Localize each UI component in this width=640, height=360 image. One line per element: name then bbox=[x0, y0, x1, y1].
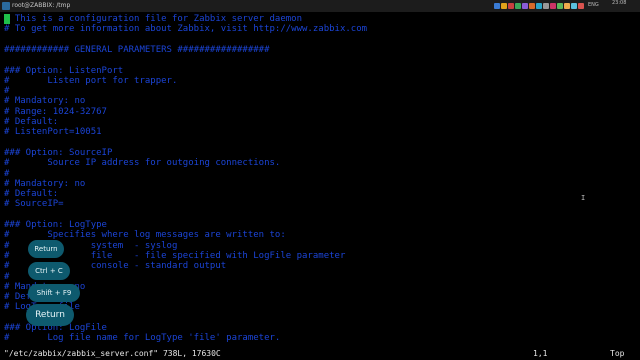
terminal-line: ### Option: LogType bbox=[4, 220, 107, 230]
clock[interactable]: 23:08 bbox=[612, 1, 626, 6]
key-overlay-return: Return bbox=[28, 240, 64, 258]
language-indicator[interactable]: ENG bbox=[588, 2, 599, 8]
terminal-line: # ListenPort=10051 bbox=[4, 127, 102, 138]
taskbar-app-icon[interactable] bbox=[494, 3, 500, 9]
vim-status-line: "/etc/zabbix/zabbix_server.conf" 738L, 1… bbox=[0, 348, 640, 360]
taskbar-app-icon[interactable] bbox=[536, 3, 542, 9]
taskbar-app-icon[interactable] bbox=[515, 3, 521, 9]
window-title: root@ZABBIX: /tmp bbox=[12, 2, 71, 9]
key-overlay-shift-f9: Shift + F9 bbox=[28, 284, 80, 302]
terminal-line: # Mandatory: no bbox=[4, 178, 86, 189]
key-overlay-return-active: Return bbox=[26, 304, 74, 326]
terminal-line: ### Option: SourceIP bbox=[4, 147, 113, 158]
terminal-line: This is a configuration file for Zabbix … bbox=[4, 14, 303, 24]
terminal-line: # Default: bbox=[4, 117, 59, 127]
taskbar-app-icon[interactable] bbox=[501, 3, 507, 9]
cursor-position: 1,1 bbox=[533, 349, 548, 358]
taskbar-app-icon[interactable] bbox=[557, 3, 563, 9]
scroll-position: Top bbox=[610, 349, 625, 358]
taskbar-app-icon[interactable] bbox=[571, 3, 577, 9]
terminal-line: # Mandatory: no bbox=[4, 96, 86, 107]
terminal-line: # bbox=[4, 271, 10, 282]
taskbar-app-icon[interactable] bbox=[529, 3, 535, 9]
terminal-area[interactable]: This is a configuration file for Zabbix … bbox=[0, 12, 640, 348]
taskbar-app-icon[interactable] bbox=[522, 3, 528, 9]
taskbar-app-icon[interactable] bbox=[578, 3, 584, 9]
terminal-line: # To get more information about Zabbix, … bbox=[4, 24, 368, 35]
terminal-line: ### Option: ListenPort bbox=[4, 65, 124, 76]
text-cursor bbox=[4, 14, 10, 24]
mouse-ibeam-icon: I bbox=[581, 194, 586, 202]
terminal-line: # Range: 1024-32767 bbox=[4, 106, 107, 117]
terminal-line: ############ GENERAL PARAMETERS ########… bbox=[4, 44, 270, 55]
terminal-line: # Listen port for trapper. bbox=[4, 75, 178, 86]
terminal-icon bbox=[2, 2, 10, 10]
taskbar-app-icon[interactable] bbox=[543, 3, 549, 9]
file-info: "/etc/zabbix/zabbix_server.conf" 738L, 1… bbox=[4, 349, 221, 358]
title-bar: root@ZABBIX: /tmp ENG 23:08 bbox=[0, 0, 640, 12]
terminal-line: # Source IP address for outgoing connect… bbox=[4, 158, 281, 169]
terminal-line: # Default: bbox=[4, 189, 59, 200]
terminal-line: # bbox=[4, 168, 10, 179]
terminal-line: # Log file name for LogType 'file' param… bbox=[4, 333, 281, 344]
taskbar-app-icon[interactable] bbox=[550, 3, 556, 9]
terminal-line: # Specifies where log messages are writt… bbox=[4, 230, 286, 241]
terminal-line: # bbox=[4, 86, 10, 97]
taskbar-app-icon[interactable] bbox=[508, 3, 514, 9]
taskbar-app-icon[interactable] bbox=[564, 3, 570, 9]
terminal-line: # SourceIP= bbox=[4, 199, 64, 210]
key-overlay-ctrl-c: Ctrl + C bbox=[28, 262, 70, 280]
